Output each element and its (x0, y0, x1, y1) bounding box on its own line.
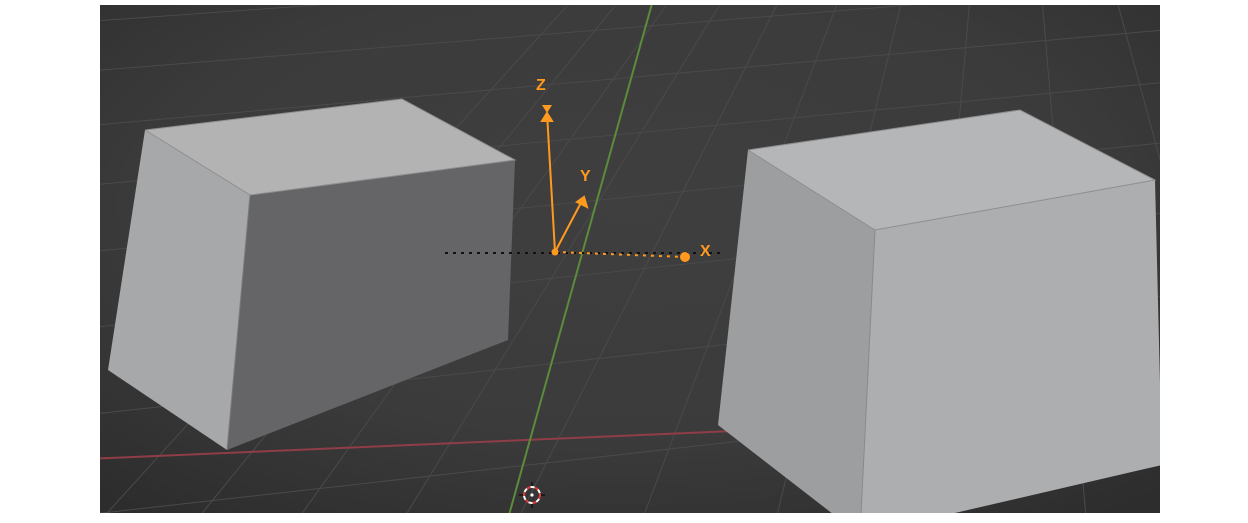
scene-object-cube-right[interactable] (718, 110, 1160, 513)
viewport-3d[interactable]: Z Y X (100, 5, 1160, 513)
viewport-svg (100, 5, 1160, 513)
page-frame: Z Y X (0, 0, 1248, 523)
